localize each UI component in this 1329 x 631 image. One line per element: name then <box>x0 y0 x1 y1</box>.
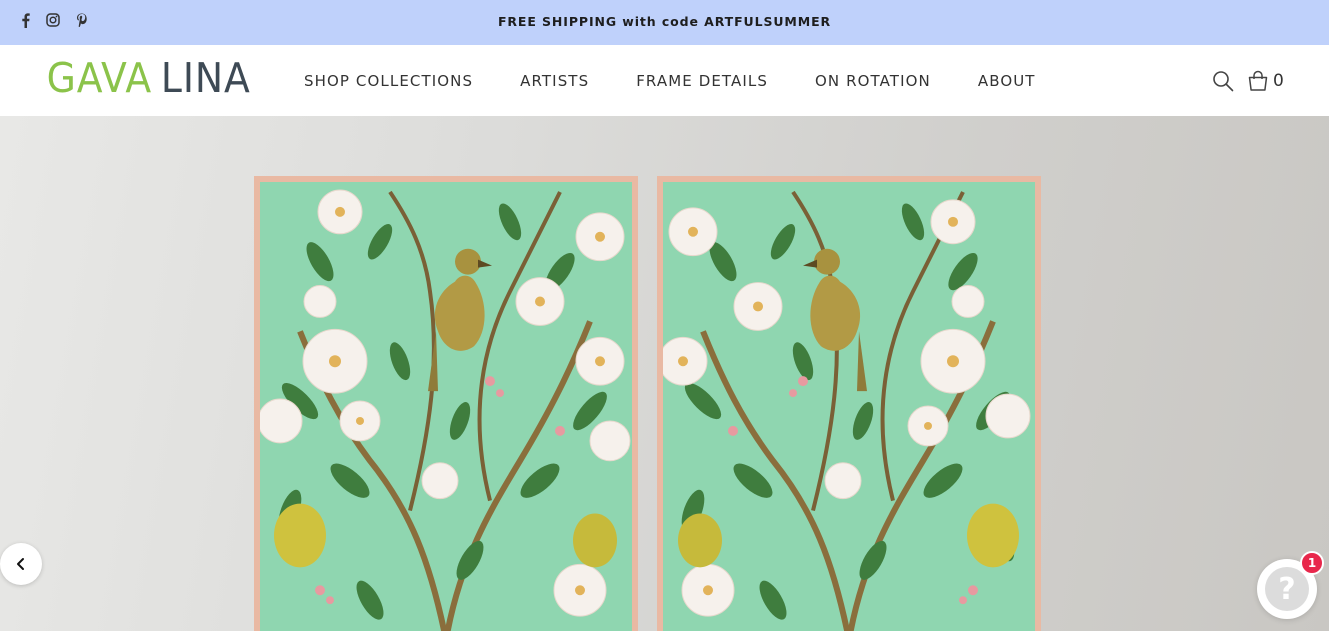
hero-slideshow <box>0 116 1329 631</box>
logo-part-slate: LINA <box>160 54 251 102</box>
nav-artists[interactable]: ARTISTS <box>520 72 589 90</box>
help-icon: ? <box>1265 567 1309 611</box>
announcement-text[interactable]: FREE SHIPPING with code ARTFULSUMMER <box>0 14 1329 29</box>
artwork-right[interactable] <box>657 176 1041 631</box>
chevron-left-icon <box>17 558 24 570</box>
nav-on-rotation[interactable]: ON ROTATION <box>815 72 931 90</box>
header-tools: 0 <box>1212 70 1284 92</box>
announcement-bar: FREE SHIPPING with code ARTFULSUMMER <box>0 0 1329 45</box>
artwork-left[interactable] <box>254 176 638 631</box>
artwork-image <box>663 182 1035 631</box>
cart-icon[interactable] <box>1247 70 1269 92</box>
site-header: GAVA LINA SHOP COLLECTIONS ARTISTS FRAME … <box>0 45 1329 116</box>
main-nav: SHOP COLLECTIONS ARTISTS FRAME DETAILS O… <box>304 72 1036 90</box>
chat-unread-badge: 1 <box>1300 551 1324 575</box>
logo[interactable]: GAVA LINA <box>42 54 254 102</box>
logo-part-green: GAVA <box>46 54 153 102</box>
nav-frame-details[interactable]: FRAME DETAILS <box>636 72 768 90</box>
nav-about[interactable]: ABOUT <box>978 72 1036 90</box>
nav-shop-collections[interactable]: SHOP COLLECTIONS <box>304 72 473 90</box>
artwork-image <box>260 182 632 631</box>
slideshow-prev-button[interactable] <box>0 543 42 585</box>
search-icon[interactable] <box>1212 70 1234 92</box>
cart-count[interactable]: 0 <box>1273 71 1284 91</box>
